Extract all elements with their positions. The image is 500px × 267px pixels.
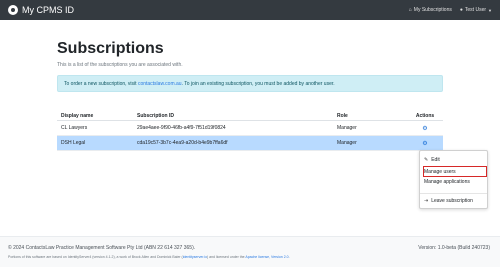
sign-out-icon: ⇥ bbox=[424, 198, 429, 204]
cell-actions: ⚙ bbox=[407, 140, 443, 147]
pencil-icon: ✎ bbox=[424, 157, 429, 163]
actions-dropdown-menu: ✎ Edit Manage users Manage applications … bbox=[419, 150, 488, 209]
menu-item-manage-users-label: Manage users bbox=[424, 168, 456, 175]
attribution-text-3: . bbox=[288, 255, 290, 259]
info-alert: To order a new subscription, visit conta… bbox=[57, 75, 443, 92]
cell-display-name: DSH Legal bbox=[61, 140, 86, 146]
page-title: Subscriptions bbox=[57, 40, 164, 57]
order-subscription-link[interactable]: contactslaw.com.au bbox=[138, 81, 182, 87]
subscriptions-table: Display name Subscription ID Role Action… bbox=[57, 111, 443, 151]
footer-version: Version: 1.0-beta (Build 240723) bbox=[418, 245, 490, 251]
menu-item-leave-subscription[interactable]: ⇥ Leave subscription bbox=[424, 197, 473, 205]
apache-license-link[interactable]: Apache license, Version 2.0 bbox=[245, 255, 288, 259]
brand-link[interactable]: My CPMS ID bbox=[8, 5, 74, 15]
alert-text-prefix: To order a new subscription, visit bbox=[64, 80, 137, 87]
my-subscriptions-link[interactable]: ⌂ My Subscriptions bbox=[409, 7, 452, 13]
footer-attribution: Portions of this software are based on I… bbox=[8, 255, 290, 259]
cell-subscription-id: 29ae4aee-9f90-46fb-a4f9-7f51d19f0824 bbox=[137, 125, 226, 131]
my-subscriptions-label: My Subscriptions bbox=[413, 7, 452, 13]
table-row-selected: DSH Legal cda19c57-3b7c-4ea9-a20d-b4e9b7… bbox=[57, 136, 443, 151]
user-menu-label: Test User bbox=[464, 7, 487, 13]
cell-display-name: CL Lawyers bbox=[61, 125, 88, 131]
attribution-text-2: ) and licensed under the bbox=[207, 255, 246, 259]
header-subscription-id: Subscription ID bbox=[137, 112, 174, 119]
navbar: My CPMS ID ⌂ My Subscriptions ● Test Use… bbox=[0, 0, 500, 20]
header-actions: Actions bbox=[415, 112, 435, 119]
cell-actions: ⚙ bbox=[407, 125, 443, 132]
user-icon: ● bbox=[459, 7, 463, 13]
menu-item-manage-applications-label: Manage applications bbox=[424, 179, 470, 185]
table-header: Display name Subscription ID Role Action… bbox=[57, 111, 443, 121]
footer: © 2024 ContactsLaw Practice Management S… bbox=[0, 236, 500, 267]
user-menu[interactable]: ● Test User ▼ bbox=[460, 7, 492, 13]
menu-item-leave-subscription-label: Leave subscription bbox=[431, 198, 473, 204]
header-role: Role bbox=[337, 112, 348, 119]
menu-item-manage-users[interactable]: Manage users bbox=[424, 168, 456, 176]
brand-logo-icon bbox=[8, 5, 18, 15]
gear-icon[interactable]: ⚙ bbox=[422, 126, 427, 132]
brand-title: My CPMS ID bbox=[22, 5, 75, 15]
footer-copyright: © 2024 ContactsLaw Practice Management S… bbox=[8, 245, 196, 251]
menu-item-edit[interactable]: ✎ Edit bbox=[424, 156, 440, 164]
alert-text-suffix: . To join an existing subscription, you … bbox=[181, 80, 335, 87]
menu-divider bbox=[420, 193, 487, 194]
home-icon: ⌂ bbox=[408, 7, 412, 13]
cell-role: Manager bbox=[337, 140, 357, 146]
cell-subscription-id: cda19c57-3b7c-4ea9-a20d-b4e9b7ffa6df bbox=[137, 140, 228, 146]
menu-item-edit-label: Edit bbox=[431, 157, 440, 163]
page-subtitle: This is a list of the subscriptions you … bbox=[57, 62, 183, 68]
nav-right: ⌂ My Subscriptions ● Test User ▼ bbox=[401, 7, 492, 13]
menu-item-manage-applications[interactable]: Manage applications bbox=[424, 178, 470, 186]
identityserver-link[interactable]: identityserver.io bbox=[183, 255, 207, 259]
table-row: CL Lawyers 29ae4aee-9f90-46fb-a4f9-7f51d… bbox=[57, 121, 443, 136]
main-content: Subscriptions This is a list of the subs… bbox=[57, 40, 443, 92]
header-display-name: Display name bbox=[61, 112, 94, 119]
attribution-text-1: Portions of this software are based on I… bbox=[8, 255, 183, 259]
cell-role: Manager bbox=[337, 125, 357, 131]
chevron-down-icon: ▼ bbox=[488, 7, 492, 13]
gear-icon[interactable]: ⚙ bbox=[422, 141, 427, 147]
